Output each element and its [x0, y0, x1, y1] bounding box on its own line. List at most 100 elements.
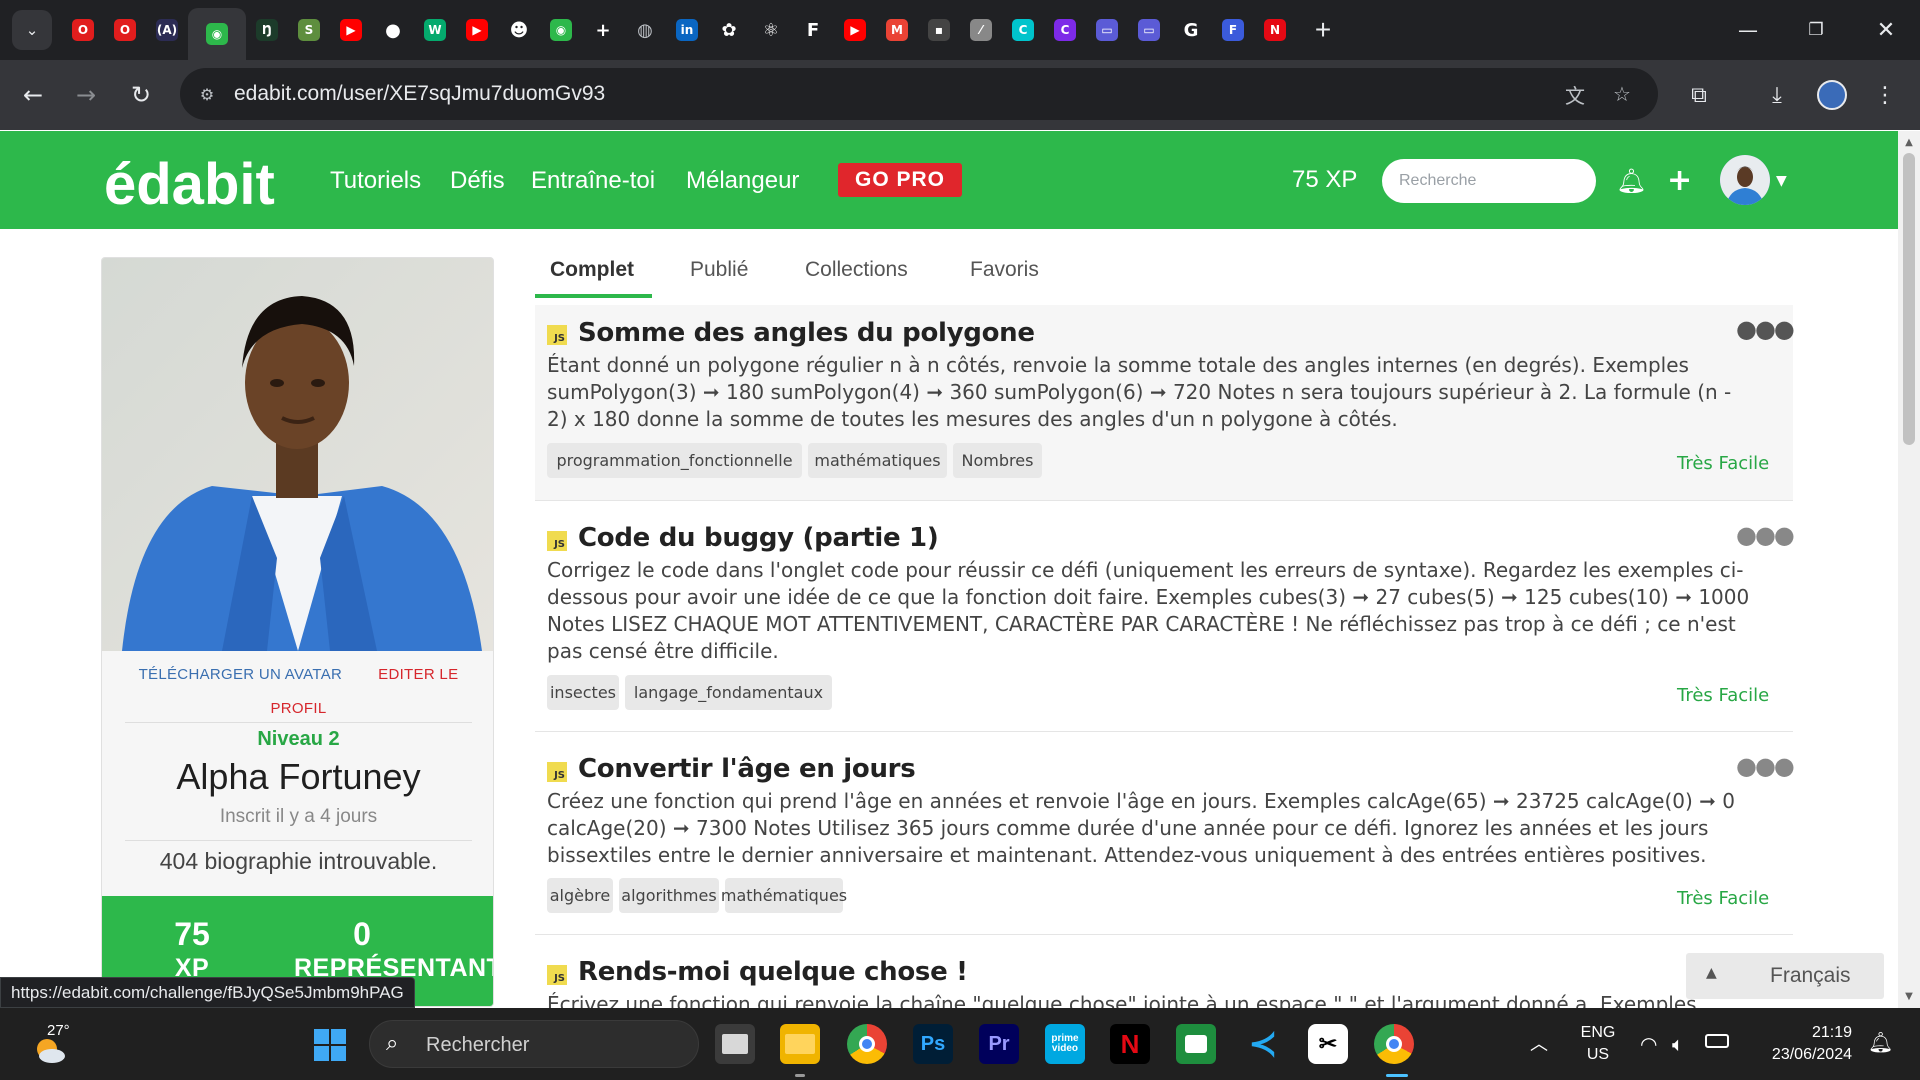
challenge-title[interactable]: Convertir l'âge en jours [578, 754, 916, 784]
browser-tab[interactable]: M [876, 6, 918, 54]
wifi-icon[interactable]: ◠ [1640, 1032, 1657, 1056]
browser-tab[interactable]: O [62, 6, 104, 54]
close-window-icon[interactable]: ✕ [1852, 0, 1920, 60]
url-text[interactable]: edabit.com/user/XE7sqJmu7duomGv93 [234, 82, 605, 106]
volume-icon[interactable]: 🔈︎ [1672, 1032, 1684, 1056]
browser-tab[interactable]: ✿ [708, 6, 750, 54]
go-pro-button[interactable]: GO PRO [838, 163, 962, 197]
challenge-card[interactable]: JS Somme des angles du polygone ●●● Étan… [535, 305, 1795, 501]
download-icon[interactable]: ⤓ [1760, 78, 1794, 112]
tag[interactable]: algorithmes [619, 878, 719, 913]
browser-tab[interactable]: ⁄ [960, 6, 1002, 54]
challenge-title[interactable]: Code du buggy (partie 1) [578, 523, 939, 553]
profile-avatar-icon[interactable] [1815, 78, 1849, 112]
notification-bell-icon[interactable]: 🔔︎ [1868, 1030, 1893, 1054]
browser-tab[interactable]: ⚛ [750, 6, 792, 54]
scroll-thumb[interactable] [1903, 153, 1915, 445]
back-arrow-icon[interactable]: ← [10, 72, 56, 118]
user-avatar[interactable] [1720, 155, 1770, 205]
tag[interactable]: algèbre [547, 878, 613, 913]
page-scrollbar[interactable]: ▲ ▼ [1898, 131, 1920, 1008]
translate-icon[interactable]: 文 [1560, 80, 1590, 108]
upload-avatar-link[interactable]: TÉLÉCHARGER UN AVATAR [139, 666, 343, 683]
input-language-indicator[interactable]: ENG US [1576, 1022, 1620, 1066]
browser-tab[interactable]: ▪ [918, 6, 960, 54]
tag[interactable]: mathématiques [721, 878, 847, 913]
search-input[interactable] [1382, 159, 1596, 203]
restore-icon[interactable]: ❐ [1782, 0, 1850, 60]
browser-tab[interactable]: ◉ [540, 6, 582, 54]
task-view-icon[interactable] [715, 1024, 755, 1064]
more-options-icon[interactable]: ●●● [1736, 521, 1795, 549]
challenge-card[interactable]: JS Rends-moi quelque chose ! Écrivez une… [535, 935, 1793, 1008]
more-options-icon[interactable]: ●●● [1736, 752, 1795, 780]
tray-chevron-up-icon[interactable]: ︿ [1530, 1030, 1548, 1056]
tab-published[interactable]: Publié [690, 258, 748, 282]
browser-tab[interactable]: Ŋ [246, 6, 288, 54]
scroll-down-icon[interactable]: ▼ [1903, 991, 1915, 1002]
edabit-logo[interactable]: édabit [104, 151, 275, 218]
capcut-icon[interactable]: ✂ [1308, 1024, 1348, 1064]
challenge-title[interactable]: Rends-moi quelque chose ! [578, 957, 968, 987]
nav-tutorials[interactable]: Tutoriels [330, 167, 421, 195]
tag[interactable]: insectes [547, 675, 619, 710]
new-tab-plus-icon[interactable]: + [1306, 14, 1340, 46]
taskbar-clock[interactable]: 21:19 23/06/2024 [1752, 1022, 1852, 1066]
tab-complete[interactable]: Complet [550, 258, 634, 282]
tag[interactable]: mathématiques [808, 443, 947, 478]
extensions-puzzle-icon[interactable]: ⧉ [1682, 78, 1716, 112]
reload-icon[interactable]: ↻ [118, 72, 164, 118]
scroll-up-icon[interactable]: ▲ [1903, 137, 1915, 148]
challenge-card[interactable]: JS Code du buggy (partie 1) ●●● Corrigez… [535, 501, 1795, 732]
tag[interactable]: langage_fondamentaux [625, 675, 832, 710]
challenge-card[interactable]: JS Convertir l'âge en jours ●●● Créez un… [535, 732, 1795, 935]
nav-shuffle[interactable]: Mélangeur [686, 167, 799, 195]
prime-video-icon[interactable]: prime video [1045, 1024, 1085, 1064]
chrome-menu-icon[interactable]: ⋮ [1868, 78, 1902, 112]
browser-tab[interactable]: C [1002, 6, 1044, 54]
premiere-icon[interactable]: Pr [979, 1024, 1019, 1064]
tab-collections[interactable]: Collections [805, 258, 908, 282]
chevron-down-icon[interactable]: ▼ [1776, 173, 1787, 189]
browser-tab[interactable]: (A) [146, 6, 188, 54]
chrome-taskbar-icon[interactable] [847, 1024, 887, 1064]
tag[interactable]: Nombres [953, 443, 1042, 478]
browser-tab[interactable]: C [1044, 6, 1086, 54]
browser-tab[interactable]: ☻ [498, 6, 540, 54]
browser-tab[interactable]: ▶ [330, 6, 372, 54]
language-switch[interactable]: ▲ Français [1686, 953, 1884, 999]
browser-tab[interactable]: W [414, 6, 456, 54]
browser-tab[interactable]: G [1170, 6, 1212, 54]
browser-tab[interactable]: S [288, 6, 330, 54]
browser-tab[interactable]: ◉ [188, 8, 246, 60]
tab-search-chevron-icon[interactable]: ⌄ [12, 10, 52, 50]
nav-practice[interactable]: Entraîne-toi [531, 167, 655, 195]
minimize-icon[interactable]: — [1714, 0, 1782, 60]
chrome-profile-taskbar-icon[interactable] [1374, 1024, 1414, 1064]
more-options-icon[interactable]: ●●● [1736, 315, 1795, 343]
nav-challenges[interactable]: Défis [450, 167, 505, 195]
windows-start-icon[interactable] [313, 1028, 347, 1062]
bell-icon[interactable]: 🔔︎ [1616, 167, 1646, 195]
browser-tab[interactable]: ▭ [1128, 6, 1170, 54]
add-plus-icon[interactable]: + [1667, 163, 1692, 198]
weather-temperature[interactable]: 27° [47, 1022, 70, 1039]
browser-tab[interactable]: + [582, 6, 624, 54]
edit-profile-link[interactable]: EDITER LE [378, 666, 458, 683]
taskbar-search[interactable]: ⌕ Rechercher [369, 1020, 699, 1068]
google-meet-icon[interactable] [1176, 1024, 1216, 1064]
browser-tab[interactable]: ● [372, 6, 414, 54]
netflix-taskbar-icon[interactable]: N [1110, 1024, 1150, 1064]
browser-tab[interactable]: N [1254, 6, 1296, 54]
vscode-icon[interactable]: ≺ [1243, 1024, 1283, 1064]
forward-arrow-icon[interactable]: → [63, 72, 109, 118]
photoshop-icon[interactable]: Ps [913, 1024, 953, 1064]
browser-tab[interactable]: ◍ [624, 6, 666, 54]
battery-icon[interactable] [1705, 1034, 1729, 1048]
edit-profile-link-cont[interactable]: PROFIL [271, 700, 327, 717]
challenge-title[interactable]: Somme des angles du polygone [578, 318, 1035, 348]
browser-tab[interactable]: ▶ [456, 6, 498, 54]
tab-favorites[interactable]: Favoris [970, 258, 1039, 282]
browser-tab[interactable]: O [104, 6, 146, 54]
file-explorer-icon[interactable] [780, 1024, 820, 1064]
